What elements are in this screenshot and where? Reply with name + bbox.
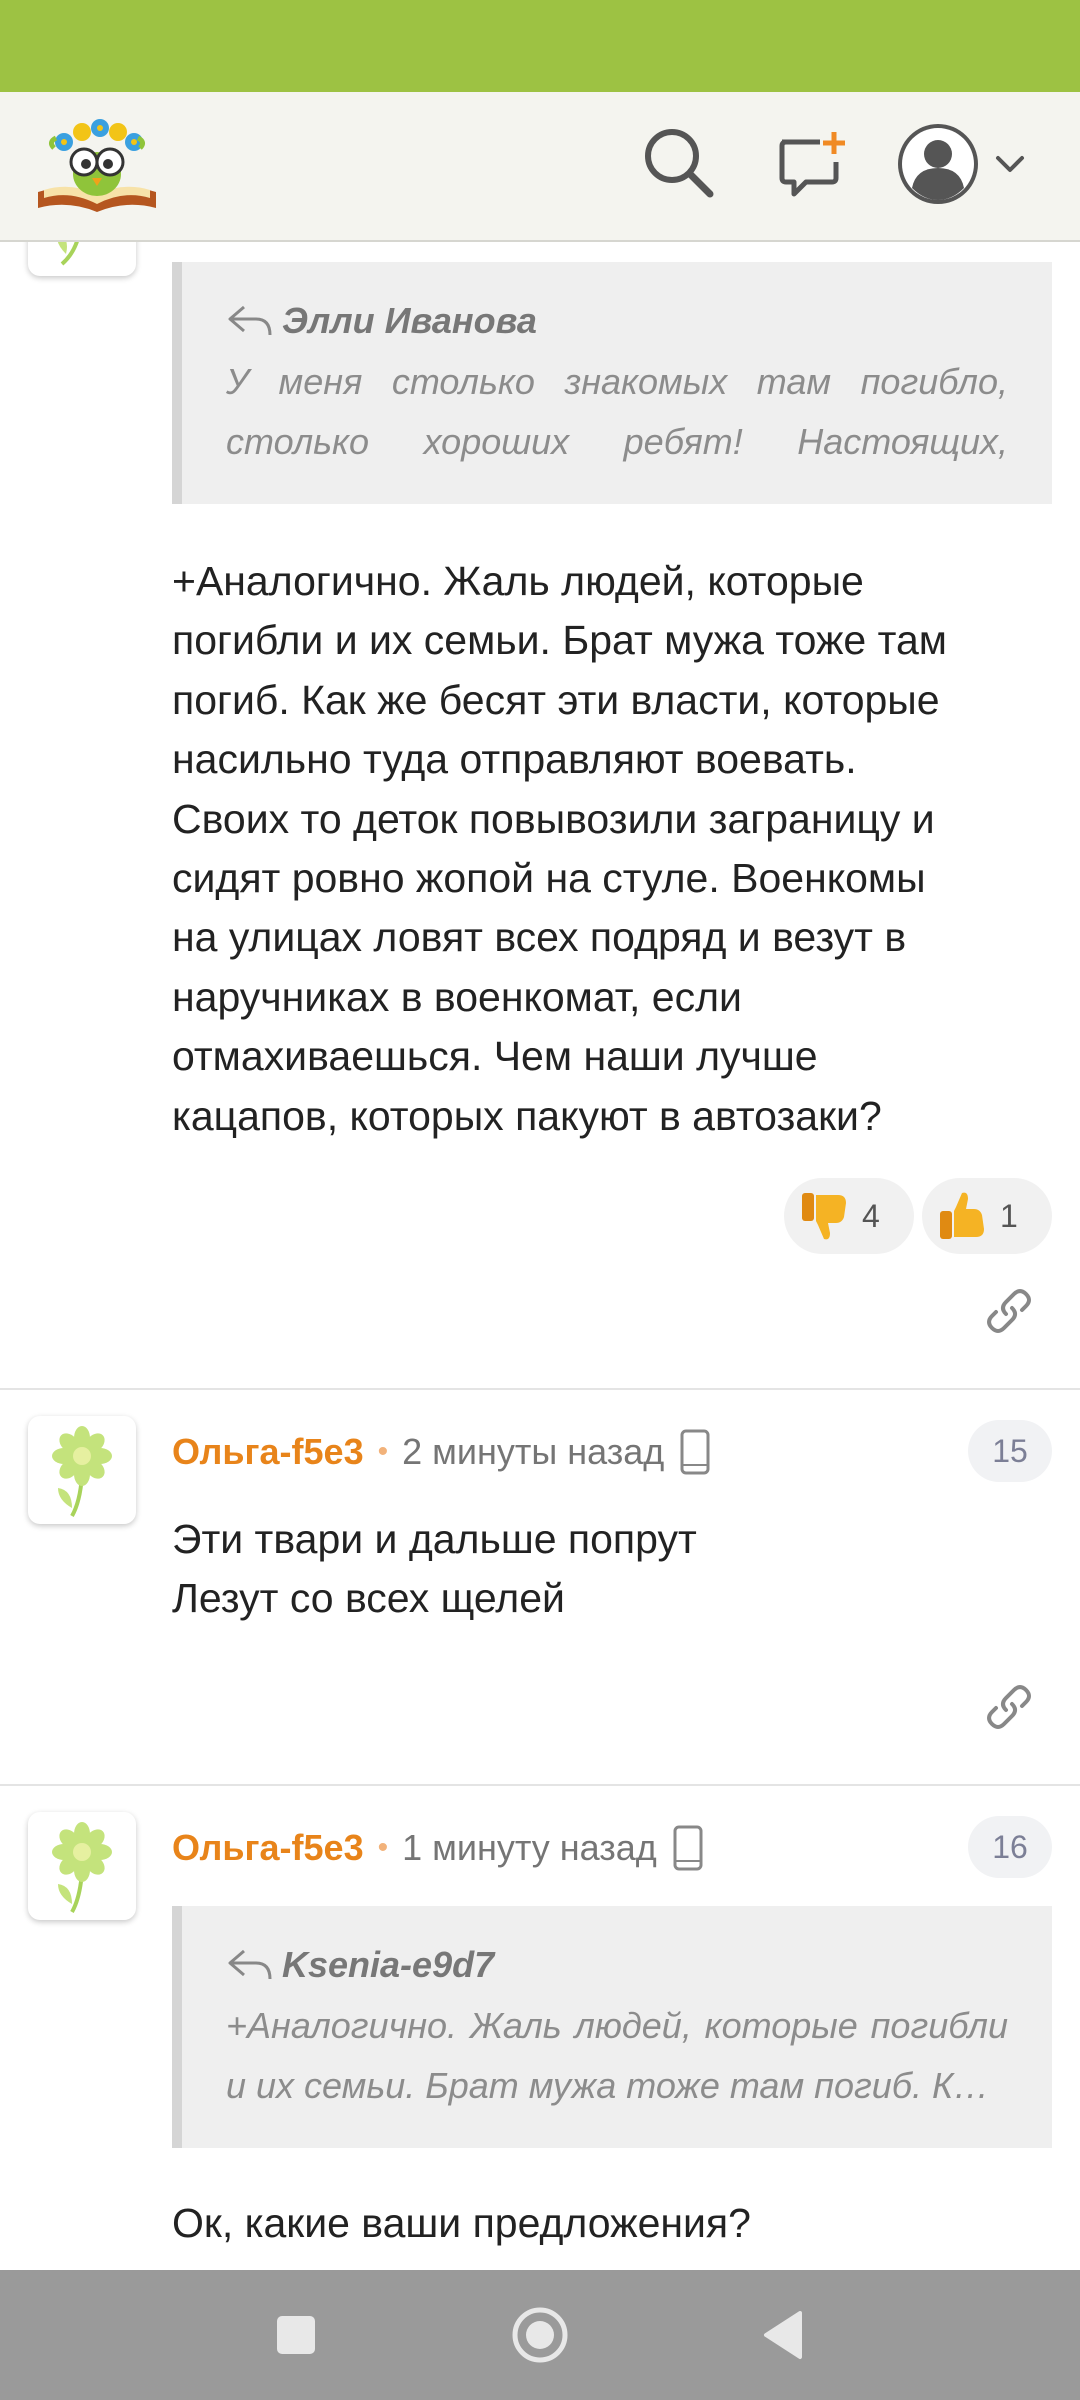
triangle-back-icon: [764, 2311, 802, 2359]
daisy-flower-icon: [57, 240, 80, 266]
quoted-author: Ksenia-e9d7: [282, 1944, 495, 1985]
profile-menu-button[interactable]: [896, 122, 1036, 206]
comment-time: 1 минуту назад: [402, 1827, 657, 1868]
search-icon: [645, 129, 714, 198]
mobile-device-icon: [673, 1825, 703, 1871]
system-navigation-bar: [0, 2270, 1080, 2400]
app-header: [0, 92, 1080, 242]
separator-dot: •: [377, 1435, 389, 1468]
comments-feed: Элли Иванова У меня столько знакомых там…: [0, 240, 1080, 2270]
thumbs-down-icon: [802, 1193, 846, 1240]
comment-number-badge[interactable]: 15: [968, 1420, 1052, 1482]
comment-author[interactable]: Ольга-f5e3: [172, 1827, 364, 1869]
link-icon: [987, 1685, 1031, 1729]
reply-arrow-icon: [228, 1949, 272, 1980]
comment-meta: Ольга-f5e3 • 2 минуты назад: [172, 1422, 710, 1482]
reply-arrow-icon: [228, 305, 272, 336]
quoted-text: У меня столько знакомых там погибло, сто…: [226, 361, 1008, 462]
comment-link-button[interactable]: [984, 1286, 1034, 1336]
comment-text: +Аналогично. Жаль людей, которые погибли…: [172, 558, 947, 1139]
comment-link-button[interactable]: [984, 1682, 1034, 1732]
like-button[interactable]: 1: [922, 1178, 1052, 1254]
search-button[interactable]: [640, 124, 716, 200]
square-icon: [277, 2316, 315, 2354]
dislike-button[interactable]: 4: [784, 1178, 914, 1254]
profile-avatar-icon: [898, 124, 978, 204]
separator-dot: •: [377, 1831, 389, 1864]
quoted-author: Элли Иванова: [282, 300, 537, 341]
comment-meta: Ольга-f5e3 • 1 минуту назад: [172, 1818, 703, 1878]
quoted-comment[interactable]: Ksenia-e9d7 +Аналогично. Жаль людей, кот…: [172, 1906, 1052, 2148]
recent-apps-button[interactable]: [266, 2305, 326, 2365]
commenter-avatar[interactable]: [28, 1416, 136, 1524]
thumbs-up-icon: [940, 1192, 984, 1239]
comment-divider: [0, 1784, 1080, 1786]
daisy-flower-icon: [52, 1426, 112, 1517]
link-icon: [987, 1289, 1031, 1333]
circle-icon: [512, 2307, 568, 2363]
chevron-down-icon: [996, 156, 1024, 172]
like-count: 1: [1000, 1197, 1018, 1234]
daisy-flower-icon: [52, 1822, 112, 1913]
comment-author[interactable]: Ольга-f5e3: [172, 1431, 364, 1473]
comment-text: Эти твари и дальше попрут Лезут со всех …: [172, 1516, 697, 1622]
comment-divider: [0, 1388, 1080, 1390]
comment-text: Ок, какие ваши предложения?: [172, 2200, 751, 2246]
commenter-avatar[interactable]: [28, 240, 136, 276]
quoted-text: +Аналогично. Жаль людей, которые погибли…: [226, 2005, 1008, 2106]
commenter-avatar[interactable]: [28, 1812, 136, 1920]
back-button[interactable]: [754, 2305, 814, 2365]
dislike-count: 4: [862, 1197, 880, 1234]
mobile-device-icon: [680, 1429, 710, 1475]
new-comment-button[interactable]: [776, 128, 848, 200]
home-button[interactable]: [510, 2305, 570, 2365]
compose-message-icon: [779, 132, 845, 197]
comment-time: 2 минуты назад: [402, 1431, 665, 1472]
site-logo[interactable]: [34, 112, 160, 218]
status-bar: [0, 0, 1080, 92]
comment-number-badge[interactable]: 16: [968, 1816, 1052, 1878]
quoted-comment[interactable]: Элли Иванова У меня столько знакомых там…: [172, 262, 1052, 504]
